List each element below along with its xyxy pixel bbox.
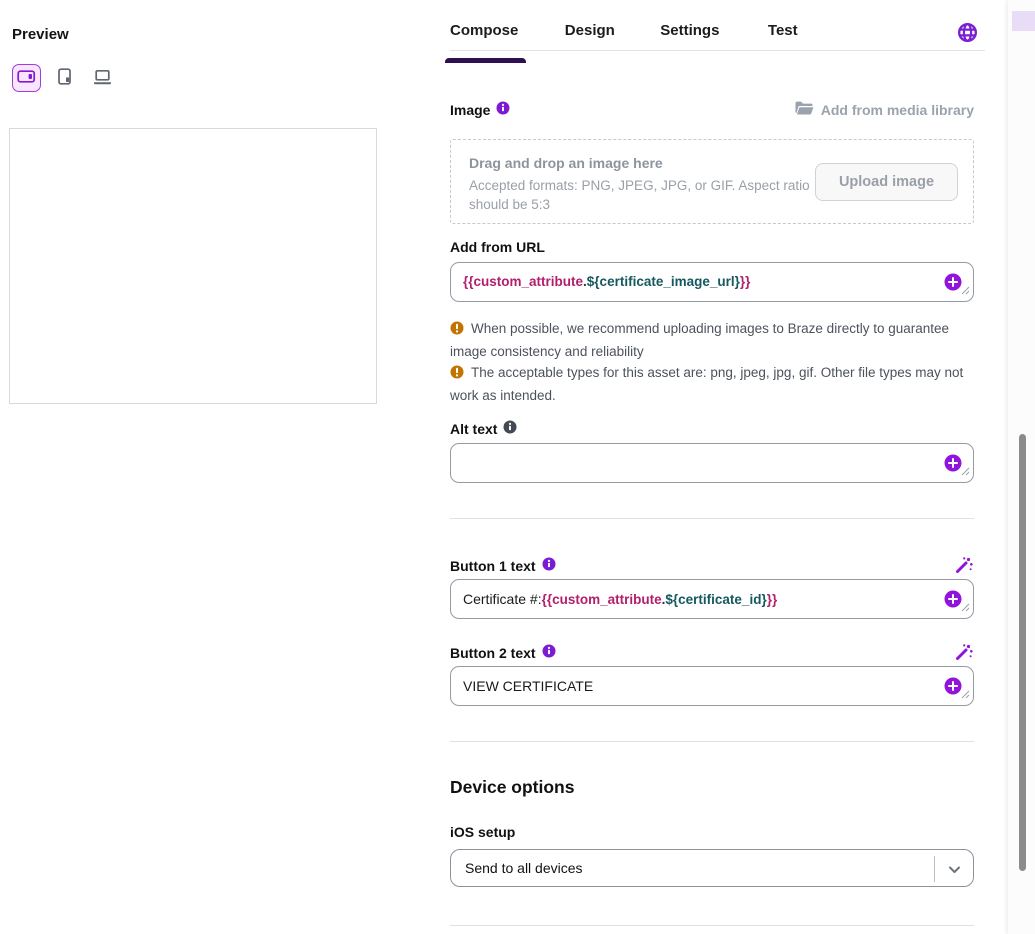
image-label: Image [450,102,490,118]
magic-wand-icon [953,651,974,666]
ai-copywriting-wand-button[interactable] [953,642,974,663]
section-divider [450,518,974,519]
message-preview-canvas [9,128,377,404]
locale-globe-button[interactable] [957,22,978,43]
ios-setup-label: iOS setup [450,824,515,840]
button2-text-value: VIEW CERTIFICATE [463,678,593,694]
image-dropzone[interactable]: Drag and drop an image here Accepted for… [450,139,974,224]
laptop-icon [93,69,112,88]
button1-label-row: Button 1 text [450,555,974,576]
vertical-scrollbar-thumb[interactable] [1019,434,1026,871]
add-personalization-button[interactable] [944,590,962,608]
active-tab-indicator [445,58,526,63]
magic-wand-icon [953,564,974,579]
warning-item: When possible, we recommend uploading im… [450,318,974,362]
button2-text-input[interactable]: VIEW CERTIFICATE [450,666,974,706]
preview-panel: Preview [0,0,440,934]
preview-title: Preview [12,26,69,43]
device-toggle-group [12,64,117,92]
device-toggle-phone-portrait[interactable] [50,64,79,92]
button2-label: Button 2 text [450,645,536,661]
add-from-media-library-button[interactable]: Add from media library [794,100,974,119]
right-panel-rail [1008,0,1035,934]
alt-text-input[interactable] [450,443,974,483]
add-personalization-button[interactable] [944,454,962,472]
dropzone-title: Drag and drop an image here [469,155,663,171]
image-url-input[interactable]: {{custom_attribute.${certificate_image_u… [450,262,974,302]
tab-design[interactable]: Design [565,22,615,39]
phone-landscape-icon [17,69,36,87]
braze-message-composer: Preview [0,0,1035,934]
compose-panel: Compose Design Settings Test [450,0,974,934]
add-personalization-button[interactable] [944,273,962,291]
upload-image-button[interactable]: Upload image [815,163,958,201]
tab-design-label: Design [565,22,615,39]
button1-info-icon[interactable] [542,557,556,574]
tab-bar: Compose Design Settings Test [450,0,985,51]
add-personalization-button[interactable] [944,677,962,695]
warning-text: When possible, we recommend uploading im… [450,321,949,359]
button2-label-row: Button 2 text [450,642,974,663]
button1-text-input[interactable]: Certificate #:{{custom_attribute.${certi… [450,579,974,619]
section-divider [450,741,974,742]
add-from-url-label: Add from URL [450,239,545,255]
ios-setup-selected-value: Send to all devices [465,860,583,876]
device-options-heading: Device options [450,777,574,798]
section-divider [450,925,974,926]
ios-setup-select[interactable]: Send to all devices [450,849,974,887]
image-info-icon[interactable] [496,101,510,118]
globe-icon [957,31,978,46]
warning-icon [450,364,464,385]
textarea-resize-handle[interactable] [961,687,970,702]
select-separator [934,856,935,882]
device-toggle-phone-landscape[interactable] [12,64,41,92]
button1-label: Button 1 text [450,558,536,574]
tab-settings[interactable]: Settings [660,22,719,39]
button2-info-icon[interactable] [542,644,556,661]
warning-item: The acceptable types for this asset are:… [450,362,974,406]
warning-text: The acceptable types for this asset are:… [450,365,963,403]
tab-compose-label: Compose [450,22,518,39]
image-section-header: Image Add from media library [450,100,974,119]
chevron-down-icon [946,861,963,883]
dropzone-subtitle: Accepted formats: PNG, JPEG, JPG, or GIF… [469,176,817,214]
warning-icon [450,320,464,341]
device-toggle-laptop[interactable] [88,64,117,92]
alt-text-info-icon[interactable] [503,420,517,437]
phone-portrait-icon [57,68,72,88]
tab-test-label: Test [768,22,798,39]
panel-edge-highlight [1012,11,1035,31]
ai-copywriting-wand-button[interactable] [953,555,974,576]
textarea-resize-handle[interactable] [961,464,970,479]
tab-compose[interactable]: Compose [450,22,518,39]
tab-test[interactable]: Test [768,22,798,39]
tab-settings-label: Settings [660,22,719,39]
button1-text-value: Certificate #:{{custom_attribute.${certi… [463,592,777,607]
add-from-media-library-label: Add from media library [821,102,974,118]
textarea-resize-handle[interactable] [961,600,970,615]
alt-text-label: Alt text [450,421,497,437]
image-url-value: {{custom_attribute.${certificate_image_u… [463,274,750,289]
folder-icon [794,100,814,119]
textarea-resize-handle[interactable] [961,283,970,298]
